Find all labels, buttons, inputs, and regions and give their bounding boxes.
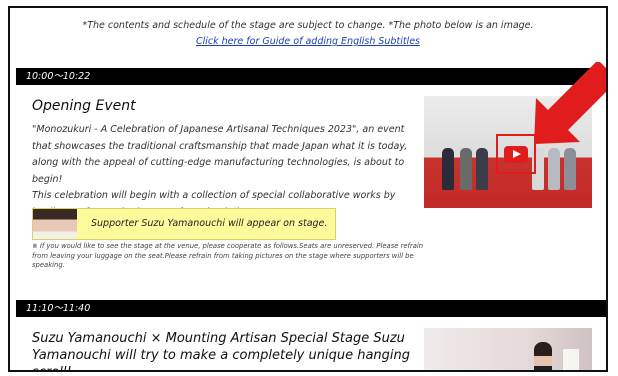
description-paragraph: "Monozukuri - A Celebration of Japanese …	[32, 124, 408, 185]
session-time-bar: 11:10〜11:40	[16, 300, 606, 317]
schedule-panel: *The contents and schedule of the stage …	[8, 6, 608, 372]
hanging-scroll-image	[562, 348, 580, 370]
supporter-avatar	[33, 209, 77, 239]
red-arrow-icon	[534, 62, 606, 144]
session-title: Opening Event	[32, 98, 136, 114]
session-description: "Monozukuri - A Celebration of Japanese …	[32, 122, 422, 221]
venue-notice: ※ If you would like to see the stage at …	[32, 242, 424, 269]
person-figure	[548, 148, 560, 190]
person-figure	[534, 342, 552, 370]
english-subtitles-guide-link[interactable]: Click here for Guide of adding English S…	[10, 36, 606, 47]
person-figure	[442, 148, 454, 190]
special-stage-photo[interactable]	[424, 328, 592, 370]
schedule-notice: *The contents and schedule of the stage …	[82, 20, 534, 31]
person-figure	[564, 148, 576, 190]
person-figure	[460, 148, 472, 190]
person-figure	[476, 148, 488, 190]
session-title: Suzu Yamanouchi × Mounting Artisan Speci…	[32, 331, 411, 370]
supporter-label: Supporter Suzu Yamanouchi will appear on…	[91, 218, 328, 229]
supporter-banner: Supporter Suzu Yamanouchi will appear on…	[32, 208, 336, 240]
